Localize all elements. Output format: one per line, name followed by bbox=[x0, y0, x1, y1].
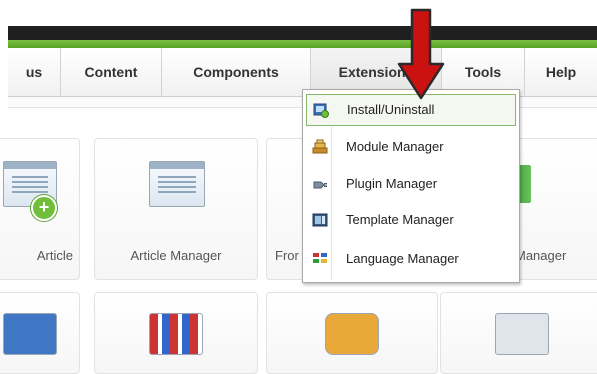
header-dark-strip bbox=[8, 26, 597, 40]
template-icon bbox=[312, 213, 328, 227]
flags-icon bbox=[149, 313, 203, 355]
menu-menus[interactable]: us bbox=[8, 48, 61, 96]
tile-row2-2[interactable] bbox=[94, 292, 258, 374]
plugin-manager-label: Plugin Manager bbox=[346, 176, 438, 191]
header-green-strip bbox=[8, 40, 597, 48]
tile-label-section-manager: Manager bbox=[515, 248, 567, 263]
language-icon bbox=[313, 253, 327, 263]
extensions-dropdown: Install/Uninstall Module Manager Plugin … bbox=[302, 89, 520, 283]
tile-article-manager[interactable]: Article Manager bbox=[94, 138, 258, 280]
install-icon bbox=[313, 103, 329, 118]
users-icon bbox=[325, 313, 379, 355]
tile-label-add-article: Article bbox=[36, 248, 73, 263]
template-manager-label: Template Manager bbox=[346, 212, 454, 227]
tile-row2-1[interactable] bbox=[0, 292, 80, 374]
plugin-icon bbox=[313, 181, 327, 189]
module-icon bbox=[312, 139, 328, 154]
menu-components[interactable]: Components bbox=[162, 48, 311, 96]
tile-row2-4[interactable] bbox=[440, 292, 597, 374]
language-manager-label: Language Manager bbox=[346, 251, 459, 266]
tools-icon bbox=[495, 313, 549, 355]
menu-item-plugin-manager[interactable]: Plugin Manager bbox=[306, 169, 514, 199]
article-manager-icon bbox=[149, 161, 205, 207]
menu-content[interactable]: Content bbox=[61, 48, 162, 96]
tile-label-article-manager: Article Manager bbox=[130, 248, 222, 263]
menu-help[interactable]: Help bbox=[525, 48, 597, 96]
menu-item-module-manager[interactable]: Module Manager bbox=[306, 132, 514, 162]
module-manager-label: Module Manager bbox=[346, 139, 444, 154]
menu-item-template-manager[interactable]: Template Manager bbox=[306, 205, 514, 235]
media-icon bbox=[3, 313, 57, 355]
plus-icon: + bbox=[31, 195, 57, 221]
pointer-arrow-icon bbox=[397, 8, 445, 100]
menu-item-language-manager[interactable]: Language Manager bbox=[306, 244, 514, 274]
tile-row2-3[interactable] bbox=[266, 292, 438, 374]
tile-add-article[interactable]: + Article bbox=[0, 138, 80, 280]
